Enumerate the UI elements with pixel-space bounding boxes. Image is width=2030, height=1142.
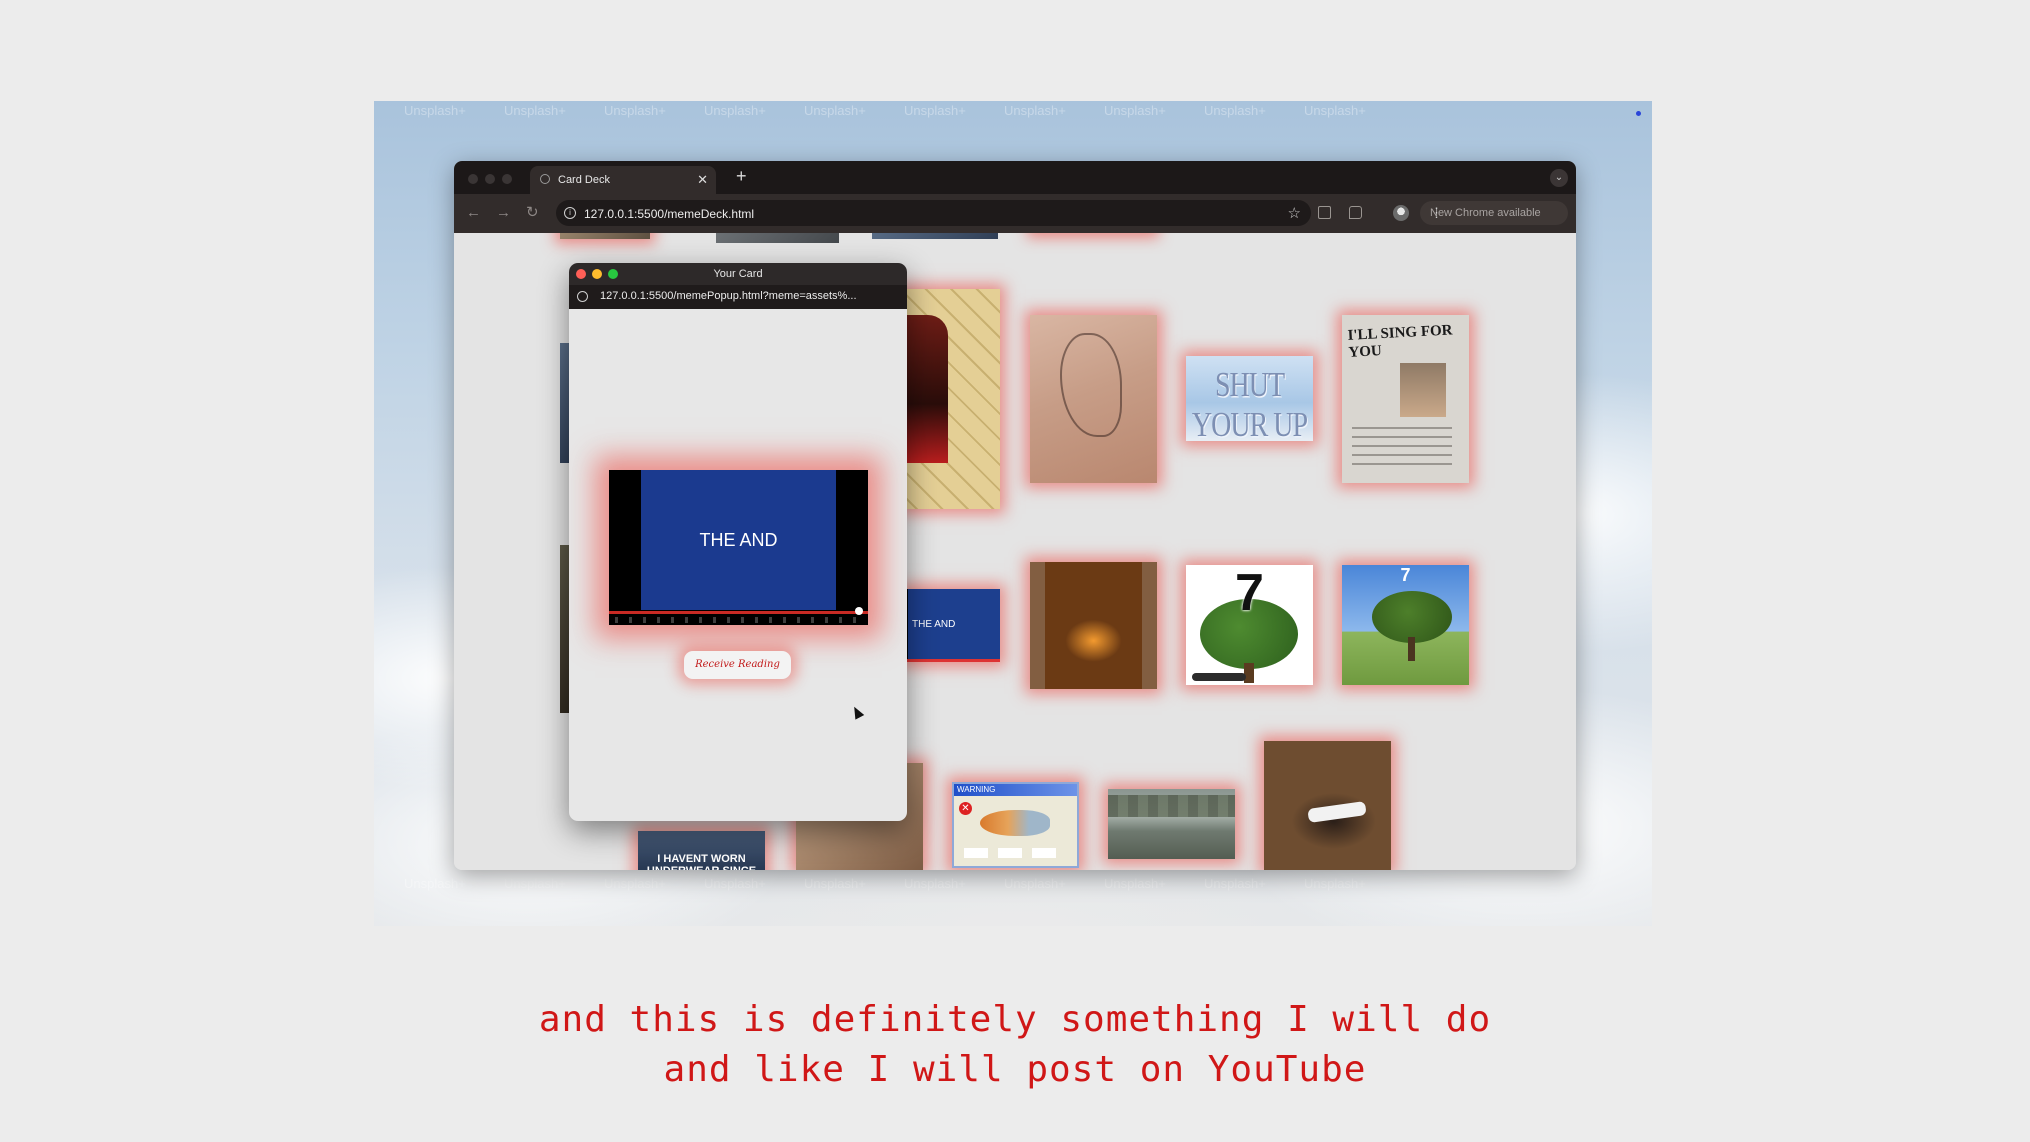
meme-card-wall-figure[interactable] xyxy=(904,289,1000,509)
watermark: Unsplash+ xyxy=(504,103,566,118)
card-figure xyxy=(904,315,948,463)
watermark: Unsplash+ xyxy=(604,876,666,891)
window-minimize-dot[interactable] xyxy=(485,174,495,184)
tab-title: Card Deck xyxy=(558,174,610,186)
treeline xyxy=(1108,795,1235,817)
kebab-menu-icon[interactable]: ⋮ xyxy=(1430,205,1560,221)
meme-card-train[interactable] xyxy=(1030,562,1157,689)
error-icon: ✕ xyxy=(959,802,972,815)
popup-address-bar: 127.0.0.1:5500/memePopup.html?meme=asset… xyxy=(569,285,907,309)
card-text: SHUT YOUR UP xyxy=(1191,366,1308,441)
meme-card-warning[interactable]: WARNING ✕ xyxy=(952,782,1079,868)
globe-icon xyxy=(540,174,550,184)
subtitle-line-1: and this is definitely something I will … xyxy=(538,999,1492,1040)
meme-card[interactable] xyxy=(872,233,998,239)
watermark: Unsplash+ xyxy=(1104,103,1166,118)
watermark: Unsplash+ xyxy=(904,103,966,118)
popup-title: Your Card xyxy=(713,268,763,280)
meme-card-shut-your-up[interactable]: SHUT YOUR UP xyxy=(1186,356,1313,441)
forward-arrow-icon[interactable]: → xyxy=(496,205,511,220)
card-badge xyxy=(1192,673,1246,681)
reading-list-icon[interactable] xyxy=(1318,206,1331,219)
card-text: WARNING xyxy=(954,784,1077,796)
indicator-dot xyxy=(1636,111,1641,116)
video-controls[interactable] xyxy=(615,617,861,623)
watermark: Unsplash+ xyxy=(1204,876,1266,891)
tree-trunk xyxy=(1408,637,1415,661)
chevron-down-icon[interactable]: ⌄ xyxy=(1550,169,1568,187)
watermark: Unsplash+ xyxy=(1104,876,1166,891)
card-text: I HAVENT WORN UNDERWEAR SINCE xyxy=(647,853,756,870)
subtitle-line-2: and like I will post on YouTube xyxy=(663,1049,1367,1090)
watermark: Unsplash+ xyxy=(904,876,966,891)
video-caption: THE AND xyxy=(699,530,778,550)
meme-card-underwear[interactable]: I HAVENT WORN UNDERWEAR SINCE xyxy=(638,831,765,870)
subtitle: and this is definitely something I will … xyxy=(0,995,2030,1095)
dialog-buttons xyxy=(964,848,1064,858)
watermark: Unsplash+ xyxy=(1304,103,1366,118)
close-icon[interactable]: ✕ xyxy=(697,172,708,188)
star-icon[interactable]: ☆ xyxy=(1288,204,1301,222)
watermark: Unsplash+ xyxy=(404,876,466,891)
watermark: Unsplash+ xyxy=(1204,103,1266,118)
video-progress xyxy=(904,659,1000,662)
card-text: I'LL SING FOR YOU xyxy=(1347,322,1453,361)
wii-remote xyxy=(1307,801,1367,823)
meme-card-sing-for-you[interactable]: I'LL SING FOR YOU xyxy=(1342,315,1469,483)
watermark: Unsplash+ xyxy=(704,103,766,118)
info-icon[interactable]: i xyxy=(564,207,576,219)
tattoo-sketch xyxy=(1060,333,1122,437)
watermark: Unsplash+ xyxy=(804,103,866,118)
info-icon[interactable] xyxy=(577,291,588,302)
url-text[interactable]: 127.0.0.1:5500/memeDeck.html xyxy=(584,207,754,221)
tree-crown xyxy=(1372,591,1452,643)
watermark: Unsplash+ xyxy=(604,103,666,118)
popup-titlebar: Your Card xyxy=(569,263,907,285)
card-photo xyxy=(1400,363,1446,417)
watermark: Unsplash+ xyxy=(1304,876,1366,891)
watermark: Unsplash+ xyxy=(404,103,466,118)
back-arrow-icon[interactable]: ← xyxy=(466,205,481,220)
watermark: Unsplash+ xyxy=(804,876,866,891)
card-text: 7 xyxy=(1400,565,1411,585)
window-close-dot[interactable] xyxy=(468,174,478,184)
toolbar: ← → ↻ i 127.0.0.1:5500/memeDeck.html ☆ N… xyxy=(454,194,1576,233)
update-chrome-button[interactable]: New Chrome available ⋮ xyxy=(1420,201,1568,225)
video-progress-bar[interactable] xyxy=(609,611,868,614)
plus-icon[interactable]: + xyxy=(736,167,747,185)
tab-card-deck[interactable]: Card Deck ✕ xyxy=(530,166,716,194)
meme-card-tree-7[interactable]: 7 xyxy=(1186,565,1313,685)
meme-card-tree-sky[interactable]: 7 xyxy=(1342,565,1469,685)
watermark: Unsplash+ xyxy=(1004,876,1066,891)
card-flyer-text xyxy=(1352,427,1452,469)
watermark: Unsplash+ xyxy=(704,876,766,891)
receive-reading-button[interactable]: Receive Reading xyxy=(684,651,791,679)
tab-strip: Card Deck ✕ + ⌄ xyxy=(454,161,1576,194)
train-interior xyxy=(1030,562,1157,689)
watermark: Unsplash+ xyxy=(504,876,566,891)
meme-card-shoe[interactable] xyxy=(1264,741,1391,870)
address-bar[interactable]: i 127.0.0.1:5500/memeDeck.html ☆ xyxy=(556,200,1311,226)
popup-url-text: 127.0.0.1:5500/memePopup.html?meme=asset… xyxy=(600,290,857,302)
tree-trunk xyxy=(1244,663,1254,683)
meme-card[interactable] xyxy=(716,233,839,243)
card-text: 7 xyxy=(1235,565,1264,622)
video-player[interactable]: THE AND xyxy=(609,470,868,625)
popup-window: Your Card 127.0.0.1:5500/memePopup.html?… xyxy=(569,263,907,821)
extensions-icon[interactable] xyxy=(1349,206,1362,219)
window-zoom-dot[interactable] xyxy=(502,174,512,184)
meme-card-tattoo[interactable] xyxy=(1030,315,1157,483)
video-scrubber[interactable] xyxy=(855,607,863,615)
meme-card-the-and[interactable]: THE AND xyxy=(904,589,1000,662)
fish-image xyxy=(980,810,1050,836)
card-text: THE AND xyxy=(912,619,956,630)
profile-icon[interactable] xyxy=(1393,205,1409,221)
reload-icon[interactable]: ↻ xyxy=(526,205,539,220)
meme-card[interactable] xyxy=(560,233,650,239)
watermark: Unsplash+ xyxy=(1004,103,1066,118)
meme-card-flood[interactable] xyxy=(1108,789,1235,859)
